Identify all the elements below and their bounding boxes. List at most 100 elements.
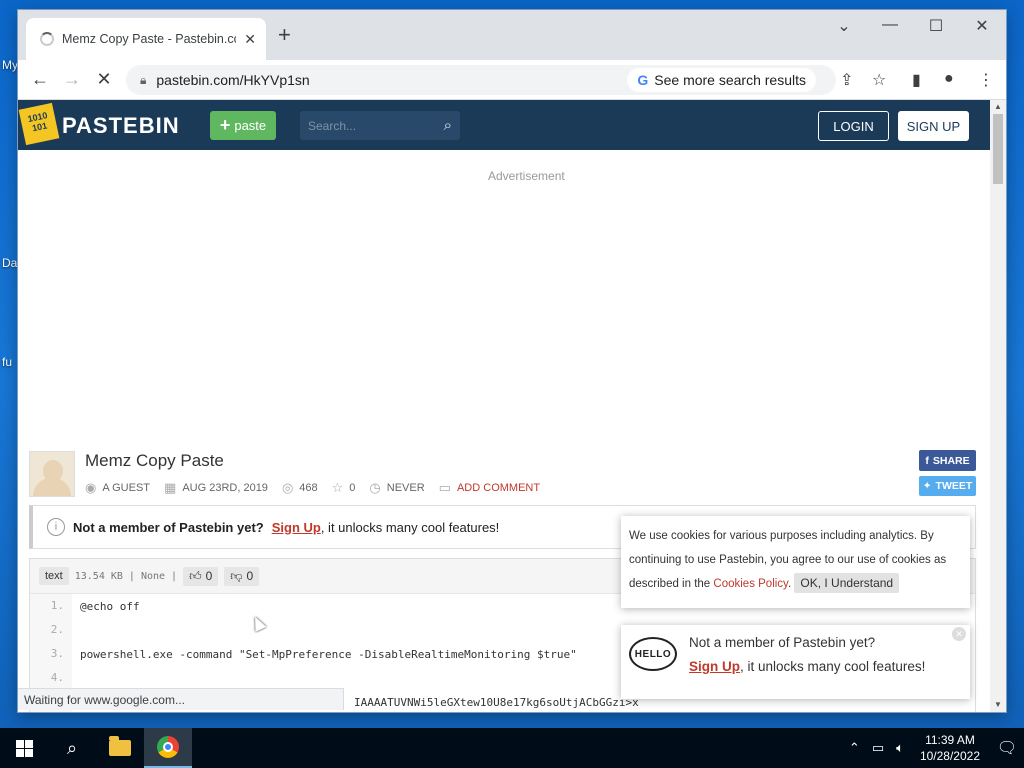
twitter-icon: ✦ xyxy=(922,480,932,492)
share-icon[interactable]: ⇪ xyxy=(840,70,853,90)
tab-strip: Memz Copy Paste - Pastebin.com ✕ + ⌄ — ☐… xyxy=(18,10,1006,60)
new-tab-button[interactable]: + xyxy=(278,24,291,46)
browser-toolbar: ← → ✕ 🔒︎ pastebin.com/HkYVp1sn G See mor… xyxy=(18,60,1006,100)
tab-search-chevron-icon[interactable]: ⌄ xyxy=(832,16,856,36)
tweet-label: TWEET xyxy=(935,480,973,492)
browser-tab[interactable]: Memz Copy Paste - Pastebin.com ✕ xyxy=(26,18,266,60)
loading-spinner-icon xyxy=(40,32,54,46)
system-tray: ⌃ ▭ 🔈︎ 11:39 AM 10/28/2022 🗨︎ xyxy=(843,728,1024,768)
new-paste-button[interactable]: + paste xyxy=(210,111,276,140)
file-explorer-button[interactable] xyxy=(96,728,144,768)
maximize-button[interactable]: ☐ xyxy=(924,16,948,36)
login-button[interactable]: LOGIN xyxy=(818,111,889,141)
search-icon[interactable]: ⌕ xyxy=(444,117,452,134)
facebook-share-button[interactable]: f SHARE xyxy=(919,450,976,471)
dislike-button[interactable]: 👎︎ 0 xyxy=(224,566,260,586)
star-icon[interactable]: ☆ xyxy=(332,480,344,496)
search-more-chip[interactable]: G See more search results xyxy=(627,68,816,92)
chrome-icon xyxy=(157,736,179,758)
menu-kebab-icon[interactable]: ⋮ xyxy=(978,70,994,90)
lock-icon[interactable]: 🔒︎ xyxy=(140,73,146,88)
clock-icon: ◷ xyxy=(369,480,381,495)
line-number: 1. xyxy=(30,594,72,618)
language-chip[interactable]: text xyxy=(39,567,69,585)
advertisement-label: Advertisement xyxy=(488,169,565,183)
search-placeholder: Search... xyxy=(308,118,357,133)
search-input[interactable]: Search... ⌕ xyxy=(300,111,460,140)
promo-signup-link[interactable]: Sign Up xyxy=(689,659,740,674)
bookmark-star-icon[interactable]: ☆ xyxy=(872,70,886,90)
network-icon[interactable]: ▭ xyxy=(872,740,884,756)
chrome-taskbar-button[interactable] xyxy=(144,728,192,768)
file-size: 13.54 KB xyxy=(74,570,123,582)
cookie-text-end: . xyxy=(787,578,792,590)
pastebin-logo-text[interactable]: PASTEBIN xyxy=(62,113,180,139)
cookie-ok-button[interactable]: OK, I Understand xyxy=(794,573,900,593)
side-panel-icon[interactable]: ▮ xyxy=(912,70,921,90)
scroll-thumb[interactable] xyxy=(993,114,1003,184)
line-number: 3. xyxy=(30,642,72,666)
category: None xyxy=(140,570,166,582)
calendar-icon: ▦ xyxy=(164,480,177,495)
cookie-consent-popup: We use cookies for various purposes incl… xyxy=(621,516,970,608)
notification-center-icon[interactable]: 🗨︎ xyxy=(990,738,1024,758)
line-content: @echo off xyxy=(80,599,140,613)
volume-icon[interactable]: 🔈︎ xyxy=(896,740,904,756)
start-button[interactable] xyxy=(0,728,48,768)
signup-promo-popup: HELLO Not a member of Pastebin yet? Sign… xyxy=(621,625,970,699)
eye-icon: ◎ xyxy=(281,480,294,495)
scroll-down-icon[interactable]: ▼ xyxy=(990,700,1006,709)
search-chip-label: See more search results xyxy=(654,72,806,88)
paste-date: AUG 23RD, 2019 xyxy=(182,482,268,494)
separator: | xyxy=(171,570,178,582)
notice-rest-text: , it unlocks many cool features! xyxy=(320,519,500,535)
desktop-icon-label-2[interactable]: Da xyxy=(2,256,17,270)
close-icon[interactable]: ✕ xyxy=(952,627,966,641)
scroll-up-icon[interactable]: ▲ xyxy=(990,102,1006,111)
thumbs-down-icon: 👎︎ xyxy=(230,568,243,583)
cookies-policy-link[interactable]: Cookies Policy xyxy=(713,578,788,590)
paste-title: Memz Copy Paste xyxy=(85,451,224,470)
paste-views: 468 xyxy=(299,482,318,494)
minimize-button[interactable]: — xyxy=(878,16,902,34)
pastebin-header: 1010 101 PASTEBIN + paste Search... ⌕ LO… xyxy=(18,100,990,150)
back-button[interactable]: ← xyxy=(24,69,56,90)
taskbar-search-icon[interactable]: ⌕ xyxy=(48,738,96,759)
notice-bold-text: Not a member of Pastebin yet? xyxy=(73,519,264,535)
forward-button[interactable]: → xyxy=(56,69,88,90)
dislike-count: 0 xyxy=(246,569,254,583)
like-button[interactable]: 👍︎ 0 xyxy=(183,566,219,586)
address-bar[interactable]: 🔒︎ pastebin.com/HkYVp1sn G See more sear… xyxy=(126,65,836,95)
line-number: 2. xyxy=(30,618,72,642)
close-window-button[interactable]: ✕ xyxy=(970,16,994,36)
chevron-up-icon[interactable]: ⌃ xyxy=(849,740,860,756)
user-icon: ◉ xyxy=(85,480,97,495)
clock[interactable]: 11:39 AM 10/28/2022 xyxy=(920,732,980,764)
tweet-button[interactable]: ✦ TWEET xyxy=(919,476,976,496)
profile-avatar-icon[interactable]: ● xyxy=(944,70,954,88)
paste-expiry: NEVER xyxy=(386,482,425,494)
google-icon: G xyxy=(637,72,649,88)
windows-logo-icon xyxy=(15,739,33,757)
desktop-icon-label-3[interactable]: fu xyxy=(2,355,12,369)
notice-signup-link[interactable]: Sign Up xyxy=(272,520,321,535)
pastebin-logo-icon[interactable]: 1010 101 xyxy=(18,102,60,146)
avatar xyxy=(29,451,75,497)
close-tab-icon[interactable]: ✕ xyxy=(244,31,256,48)
page-scrollbar[interactable]: ▲ ▼ xyxy=(990,100,1006,712)
url-text[interactable]: pastebin.com/HkYVp1sn xyxy=(156,72,309,88)
promo-rest-text: , it unlocks many cool features! xyxy=(740,659,926,674)
tab-title: Memz Copy Paste - Pastebin.com xyxy=(62,32,237,46)
browser-status-bar: Waiting for www.google.com... xyxy=(18,688,344,710)
signup-button[interactable]: SIGN UP xyxy=(898,111,969,141)
desktop-icon-label-1[interactable]: My xyxy=(2,58,18,72)
separator: | xyxy=(128,570,135,582)
facebook-icon: f xyxy=(925,454,929,467)
browser-window: Memz Copy Paste - Pastebin.com ✕ + ⌄ — ☐… xyxy=(18,10,1006,712)
stop-loading-button[interactable]: ✕ xyxy=(88,69,120,90)
add-comment-link[interactable]: ADD COMMENT xyxy=(457,482,540,494)
hello-bubble-icon: HELLO xyxy=(629,637,677,671)
paste-meta: ◉ A GUEST ▦ AUG 23RD, 2019 ◎ 468 ☆ 0 ◷ N… xyxy=(85,480,540,496)
page-viewport: 1010 101 PASTEBIN + paste Search... ⌕ LO… xyxy=(18,100,1006,712)
clock-date: 10/28/2022 xyxy=(919,749,980,763)
